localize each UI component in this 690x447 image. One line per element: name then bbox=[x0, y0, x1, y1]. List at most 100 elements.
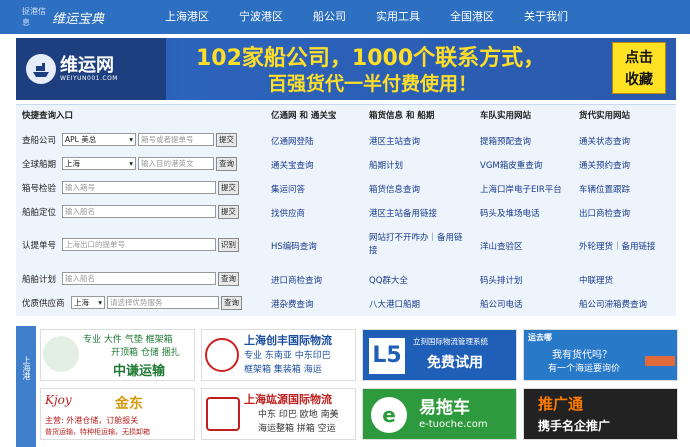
banner-brand-name: 维运网 bbox=[60, 54, 114, 76]
ad-yunquna[interactable]: 运去哪 我有货代吗？ 有一个海运要询价 bbox=[523, 329, 678, 381]
column-heading-4: 货代实用网站 bbox=[579, 111, 631, 121]
bookmark-label-1: 点击 bbox=[625, 50, 653, 66]
e-logo-icon: e bbox=[371, 397, 407, 433]
vessel-name-input[interactable]: 输入船名 bbox=[62, 205, 216, 218]
quick-query-panel: 快捷查询入口 亿通网 和 通关宝 箱货信息 和 船期 车队实用网站 货代实用网站… bbox=[16, 104, 676, 316]
banner-headline: 102家船公司，1000个联系方式， bbox=[196, 46, 546, 71]
service-input[interactable]: 请选择优势服务 bbox=[107, 296, 219, 309]
ad-line1: 易拖车 bbox=[419, 398, 470, 418]
export-bl-input[interactable]: 上海出口的提单号 bbox=[62, 238, 216, 251]
bookmark-button[interactable]: 点击 收藏 bbox=[612, 42, 666, 94]
top-nav: 捉港信息 维运宝典 上海港区 宁波港区 船公司 实用工具 全国港区 关于我们 bbox=[0, 0, 690, 34]
ad-etuoche[interactable]: e 易拖车 e-tuoche.com bbox=[362, 388, 517, 440]
column-heading-1: 亿通网 和 通关宝 bbox=[271, 111, 337, 121]
link-etong-login[interactable]: 亿通网登陆 bbox=[271, 135, 314, 147]
recognize-button[interactable]: 识别 bbox=[218, 237, 239, 252]
ad-line3: 框架箱 集装箱 海运 bbox=[244, 365, 322, 375]
supplier-city-select[interactable]: 上海 ▾ bbox=[71, 296, 105, 309]
ad-line1: 专业 大件 气垫 框架箱 bbox=[83, 335, 173, 345]
link-vessel-schedule[interactable]: 船期计划 bbox=[369, 159, 403, 171]
link-terminal-schedule[interactable]: 码头排计划 bbox=[480, 274, 523, 286]
ad-hongyuan-logistics[interactable]: 上海竑源国际物流 中东 印巴 欧地 南美 海运整箱 拼箱 空运 bbox=[201, 388, 356, 440]
nav-item-shipping-company[interactable]: 船公司 bbox=[298, 0, 361, 34]
link-yangshan-inspection[interactable]: 洋山查验区 bbox=[480, 240, 523, 252]
nav-item-ningbo-port[interactable]: 宁波港区 bbox=[224, 0, 298, 34]
ad-l5-system[interactable]: L5 立刻国际物流管理系统 免费试用 bbox=[362, 329, 517, 381]
company-logo-icon bbox=[206, 397, 240, 431]
carrier-select[interactable]: APL 美总 ▾ bbox=[62, 133, 136, 146]
link-port-backup[interactable]: 港区主站备用链接 bbox=[369, 207, 437, 219]
link-eight-ports[interactable]: 八大港口船期 bbox=[369, 298, 420, 310]
query-button[interactable]: 查询 bbox=[221, 295, 242, 310]
link-carrier-phone[interactable]: 船公司电话 bbox=[480, 298, 523, 310]
nav-item-about[interactable]: 关于我们 bbox=[509, 0, 583, 34]
link-cargo-info[interactable]: 箱货信息查询 bbox=[369, 183, 420, 195]
ad-line2: 携手名企推广 bbox=[538, 419, 611, 433]
origin-port-select[interactable]: 上海 ▾ bbox=[62, 157, 136, 170]
query-label: 船舶计划 bbox=[22, 274, 57, 285]
ad-line2: 我有货代吗？ bbox=[552, 350, 612, 361]
link-pickup-preassign[interactable]: 提箱预配查询 bbox=[480, 135, 531, 147]
link-hs-code[interactable]: HS编码查询 bbox=[271, 240, 317, 252]
destination-port-input[interactable]: 输入目的港英文 bbox=[138, 157, 214, 170]
ship-icon bbox=[26, 54, 56, 84]
link-shipping-faq[interactable]: 集运问答 bbox=[271, 183, 305, 195]
ad-jindong[interactable]: Kjoy 金东 主营: 外港仓储，订舱报关 普货运输，特种柜运输，无损卸箱 bbox=[40, 388, 195, 440]
link-qq-groups[interactable]: QQ群大全 bbox=[369, 274, 408, 286]
sidebar-label: 上海港 bbox=[22, 356, 31, 380]
link-eir-platform[interactable]: 上海口岸电子EIR平台 bbox=[480, 183, 562, 195]
logo-title: 维运宝典 bbox=[52, 11, 105, 27]
site-logo[interactable]: 捉港信息 维运宝典 bbox=[0, 6, 150, 28]
select-value: 上海 bbox=[65, 159, 80, 168]
link-vgm-tare[interactable]: VGM箱皮重查询 bbox=[480, 159, 542, 171]
link-export-inspection[interactable]: 出口商检查询 bbox=[579, 207, 630, 219]
link-clearance-booking[interactable]: 通关预约查询 bbox=[579, 159, 630, 171]
query-label: 优质供应商 bbox=[22, 298, 65, 309]
ad-line3: 海运整箱 拼箱 空运 bbox=[258, 424, 336, 434]
submit-button[interactable]: 提交 bbox=[218, 180, 239, 195]
submit-button[interactable]: 提交 bbox=[216, 132, 237, 147]
link-clearance-status[interactable]: 通关状态查询 bbox=[579, 135, 630, 147]
container-number-input[interactable]: 输入箱号 bbox=[62, 181, 216, 194]
banner-brand: 维运网 WEIYUN001.COM bbox=[16, 38, 166, 100]
query-row-supplier: 优质供应商 上海 ▾ 请选择优势服务 查询 bbox=[22, 294, 242, 311]
ad-line1: 运去哪 bbox=[528, 333, 552, 342]
link-port-charges[interactable]: 港杂费查询 bbox=[271, 298, 314, 310]
ad-chuangfeng-logistics[interactable]: 上海创丰国际物流 专业 东南亚 中东印巴 框架箱 集装箱 海运 bbox=[201, 329, 356, 381]
l5-logo-icon: L5 bbox=[369, 338, 405, 374]
ship-icon bbox=[645, 356, 675, 366]
link-site-unreachable[interactable]: 网站打不开咋办｜备用链接 bbox=[369, 232, 469, 258]
bl-number-input[interactable]: 箱号或者提单号 bbox=[138, 133, 214, 146]
submit-button[interactable]: 提交 bbox=[218, 204, 239, 219]
link-port-main-site[interactable]: 港区主站查询 bbox=[369, 135, 420, 147]
query-row-global-schedule: 全球船期 上海 ▾ 输入目的港英文 查询 bbox=[22, 155, 237, 172]
query-label: 箱号检验 bbox=[22, 183, 57, 194]
ad-line1: 推广通 bbox=[538, 395, 584, 413]
query-button[interactable]: 查询 bbox=[218, 271, 239, 286]
link-tally[interactable]: 外轮理货｜备用链接 bbox=[579, 240, 656, 252]
ad-line1: 上海创丰国际物流 bbox=[244, 334, 332, 347]
vessel-plan-input[interactable]: 输入船名 bbox=[62, 272, 216, 285]
link-truck-tracking[interactable]: 车辆位置跟踪 bbox=[579, 183, 630, 195]
promo-banner[interactable]: 维运网 WEIYUN001.COM 102家船公司，1000个联系方式， 百强货… bbox=[16, 38, 676, 100]
link-import-inspection[interactable]: 进口商检查询 bbox=[271, 274, 322, 286]
link-find-supplier[interactable]: 找供应商 bbox=[271, 207, 305, 219]
nav-item-tools[interactable]: 实用工具 bbox=[361, 0, 435, 34]
sidebar-shanghai-port[interactable]: 上海港 bbox=[16, 326, 36, 447]
ad-line2: 开顶箱 仓储 捆扎 bbox=[111, 348, 180, 358]
link-customs-query[interactable]: 通关宝查询 bbox=[271, 159, 314, 171]
query-row-vessel-position: 船舶定位 输入船名 提交 bbox=[22, 203, 239, 220]
query-button[interactable]: 查询 bbox=[216, 156, 237, 171]
column-heading-2: 箱货信息 和 船期 bbox=[369, 111, 435, 121]
ad-zhongqian-transport[interactable]: 专业 大件 气垫 框架箱 开顶箱 仓储 捆扎 中谦运输 bbox=[40, 329, 195, 381]
nav-item-national-ports[interactable]: 全国港区 bbox=[435, 0, 509, 34]
ad-promotion[interactable]: 推广通 携手名企推广 bbox=[523, 388, 678, 440]
nav-item-shanghai-port[interactable]: 上海港区 bbox=[150, 0, 224, 34]
query-label: 查船公司 bbox=[22, 135, 57, 146]
link-terminal-phone[interactable]: 码头及堆场电话 bbox=[480, 207, 540, 219]
globe-icon bbox=[205, 338, 239, 372]
link-detention-fee[interactable]: 船公司滞箱费查询 bbox=[579, 298, 647, 310]
link-zhonglian-tally[interactable]: 中联理货 bbox=[579, 274, 613, 286]
query-label: 船舶定位 bbox=[22, 207, 57, 218]
ad-line3: 中谦运输 bbox=[113, 364, 166, 379]
